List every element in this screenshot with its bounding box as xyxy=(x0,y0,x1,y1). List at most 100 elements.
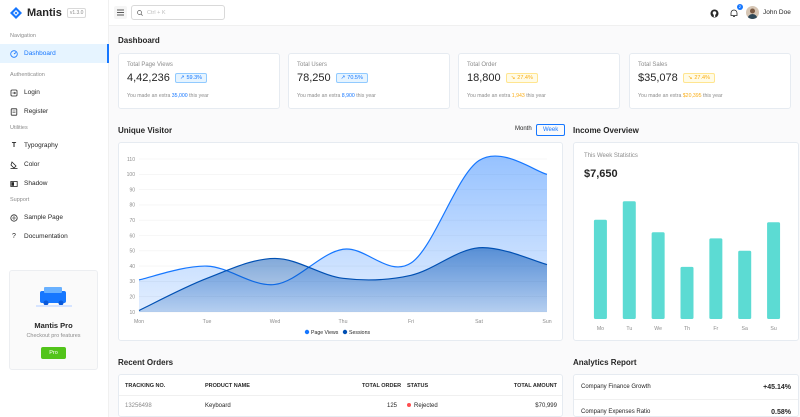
toggle-month[interactable]: Month xyxy=(509,124,538,134)
sidebar-item-dashboard[interactable]: Dashboard xyxy=(0,44,109,63)
promo-subtitle: Checkout pro features xyxy=(26,333,81,339)
col-header-product[interactable]: PRODUCT NAME xyxy=(205,383,250,389)
menu-toggle-button[interactable] xyxy=(114,6,127,19)
stat-note: You made an extra 1,943 this year xyxy=(467,93,611,99)
y-tick-label: 30 xyxy=(129,279,135,285)
stat-value: 4,42,236 xyxy=(127,72,170,84)
stat-label: Total Users xyxy=(297,62,328,68)
col-header-status[interactable]: STATUS xyxy=(407,383,428,389)
note-highlight: $20,395 xyxy=(682,93,702,99)
search-input[interactable]: Ctrl + K xyxy=(131,5,225,20)
pro-illustration-icon xyxy=(35,287,72,307)
legend-marker xyxy=(304,329,310,335)
sidebar-item-sample-page[interactable]: Sample Page xyxy=(0,208,109,227)
x-tick-label: We xyxy=(654,326,662,332)
note-highlight: 1,943 xyxy=(511,93,525,99)
sidebar-item-color[interactable]: Color xyxy=(0,155,109,174)
income-bar xyxy=(767,222,781,319)
x-tick-label: Sat xyxy=(475,319,483,325)
user-name[interactable]: John Doe xyxy=(763,9,791,16)
y-tick-label: 40 xyxy=(129,264,135,270)
note-prefix: You made an extra xyxy=(297,93,342,99)
col-header-amount[interactable]: TOTAL AMOUNT xyxy=(514,383,557,389)
x-tick-label: Thu xyxy=(339,319,348,325)
note-suffix: this year xyxy=(354,93,376,99)
analytics-report-panel: Company Finance Growth +45.14% Company E… xyxy=(573,374,799,417)
x-tick-label: Sa xyxy=(742,326,748,332)
sample-page-icon xyxy=(10,213,18,222)
nav-group-navigation: Navigation xyxy=(10,33,36,39)
x-tick-label: Th xyxy=(684,326,690,332)
analytics-divider xyxy=(574,399,798,400)
note-prefix: You made an extra xyxy=(467,93,512,99)
x-tick-label: Tue xyxy=(203,319,212,325)
stat-note: You made an extra 35,000 this year xyxy=(127,93,271,99)
x-tick-label: Mon xyxy=(134,319,144,325)
analytics-row[interactable]: Company Finance Growth +45.14% xyxy=(581,384,791,391)
note-highlight: 35,000 xyxy=(171,93,188,99)
avatar-image xyxy=(747,8,758,19)
github-icon xyxy=(710,9,718,17)
sidebar-item-typography[interactable]: T Typography xyxy=(0,136,109,155)
analytics-value: 0.58% xyxy=(771,409,791,416)
sidebar-item-register[interactable]: Register xyxy=(0,102,109,121)
stat-card-page-views: Total Page Views 4,42,236 ↗ 59.3% You mad… xyxy=(118,53,280,109)
income-bar xyxy=(622,201,636,319)
cell-tracking[interactable]: 13256498 xyxy=(125,403,152,409)
x-tick-label: Mo xyxy=(597,326,604,332)
avatar[interactable] xyxy=(746,6,759,19)
stat-trend-badge: ↗ 59.3% xyxy=(174,73,208,83)
legend-label: Sessions xyxy=(349,330,370,336)
toggle-week[interactable]: Week xyxy=(536,124,566,136)
y-tick-label: 60 xyxy=(129,233,135,239)
note-highlight: 8,900 xyxy=(341,93,355,99)
legend-label: Page Views xyxy=(311,330,339,336)
y-tick-label: 70 xyxy=(129,218,135,224)
brand-name: Mantis xyxy=(27,7,62,19)
y-tick-label: 20 xyxy=(129,295,135,301)
note-suffix: this year xyxy=(701,93,723,99)
nav-group-utilities: Utilities xyxy=(10,125,28,131)
table-header-divider xyxy=(119,395,562,396)
search-icon xyxy=(137,9,143,16)
col-header-total-order[interactable]: TOTAL ORDER xyxy=(362,383,401,389)
recent-orders-table: TRACKING NO. PRODUCT NAME TOTAL ORDER ST… xyxy=(118,374,563,417)
brand[interactable]: Mantis v1.3.0 xyxy=(0,0,108,26)
stat-percent: 70.5% xyxy=(347,75,363,81)
note-prefix: You made an extra xyxy=(638,93,683,99)
sidebar-item-label: Documentation xyxy=(24,233,68,240)
legend-marker xyxy=(342,329,348,335)
stat-value: 78,250 xyxy=(297,72,331,84)
cell-amount: $70,999 xyxy=(535,403,557,409)
notification-badge: 2 xyxy=(736,4,743,10)
note-suffix: this year xyxy=(524,93,546,99)
page-title: Dashboard xyxy=(118,36,160,45)
top-header: Ctrl + K 2 John Doe xyxy=(109,0,800,26)
version-badge: v1.3.0 xyxy=(66,8,87,18)
search-placeholder: Ctrl + K xyxy=(147,9,166,16)
login-icon xyxy=(10,89,18,97)
stat-value: $35,078 xyxy=(638,72,678,84)
stat-trend-badge: ↘ 27.4% xyxy=(505,73,538,83)
sidebar-item-documentation[interactable]: ? Documentation xyxy=(0,227,109,246)
pro-button[interactable]: Pro xyxy=(41,347,66,359)
stat-label: Total Page Views xyxy=(127,62,173,68)
x-tick-label: Fr xyxy=(713,326,718,332)
sidebar-item-shadow[interactable]: Shadow xyxy=(0,174,109,193)
stat-percent: 27.4% xyxy=(694,75,710,81)
income-overview-title: Income Overview xyxy=(573,126,639,135)
sidebar-item-login[interactable]: Login xyxy=(0,83,109,102)
y-tick-label: 100 xyxy=(127,172,136,178)
stat-card-orders: Total Order 18,800 ↘ 27.4% You made an ex… xyxy=(458,53,620,109)
github-button[interactable] xyxy=(708,7,720,19)
analytics-value: +45.14% xyxy=(763,384,791,391)
col-header-tracking[interactable]: TRACKING NO. xyxy=(125,383,165,389)
analytics-label: Company Finance Growth xyxy=(581,384,651,390)
analytics-row[interactable]: Company Expenses Ratio 0.58% xyxy=(581,409,791,416)
note-suffix: this year xyxy=(187,93,209,99)
y-tick-label: 110 xyxy=(127,157,135,163)
x-tick-label: Wed xyxy=(270,319,281,325)
sidebar-item-label: Shadow xyxy=(24,180,48,187)
notifications-button[interactable]: 2 xyxy=(728,4,743,19)
cell-total: 125 xyxy=(387,403,398,409)
